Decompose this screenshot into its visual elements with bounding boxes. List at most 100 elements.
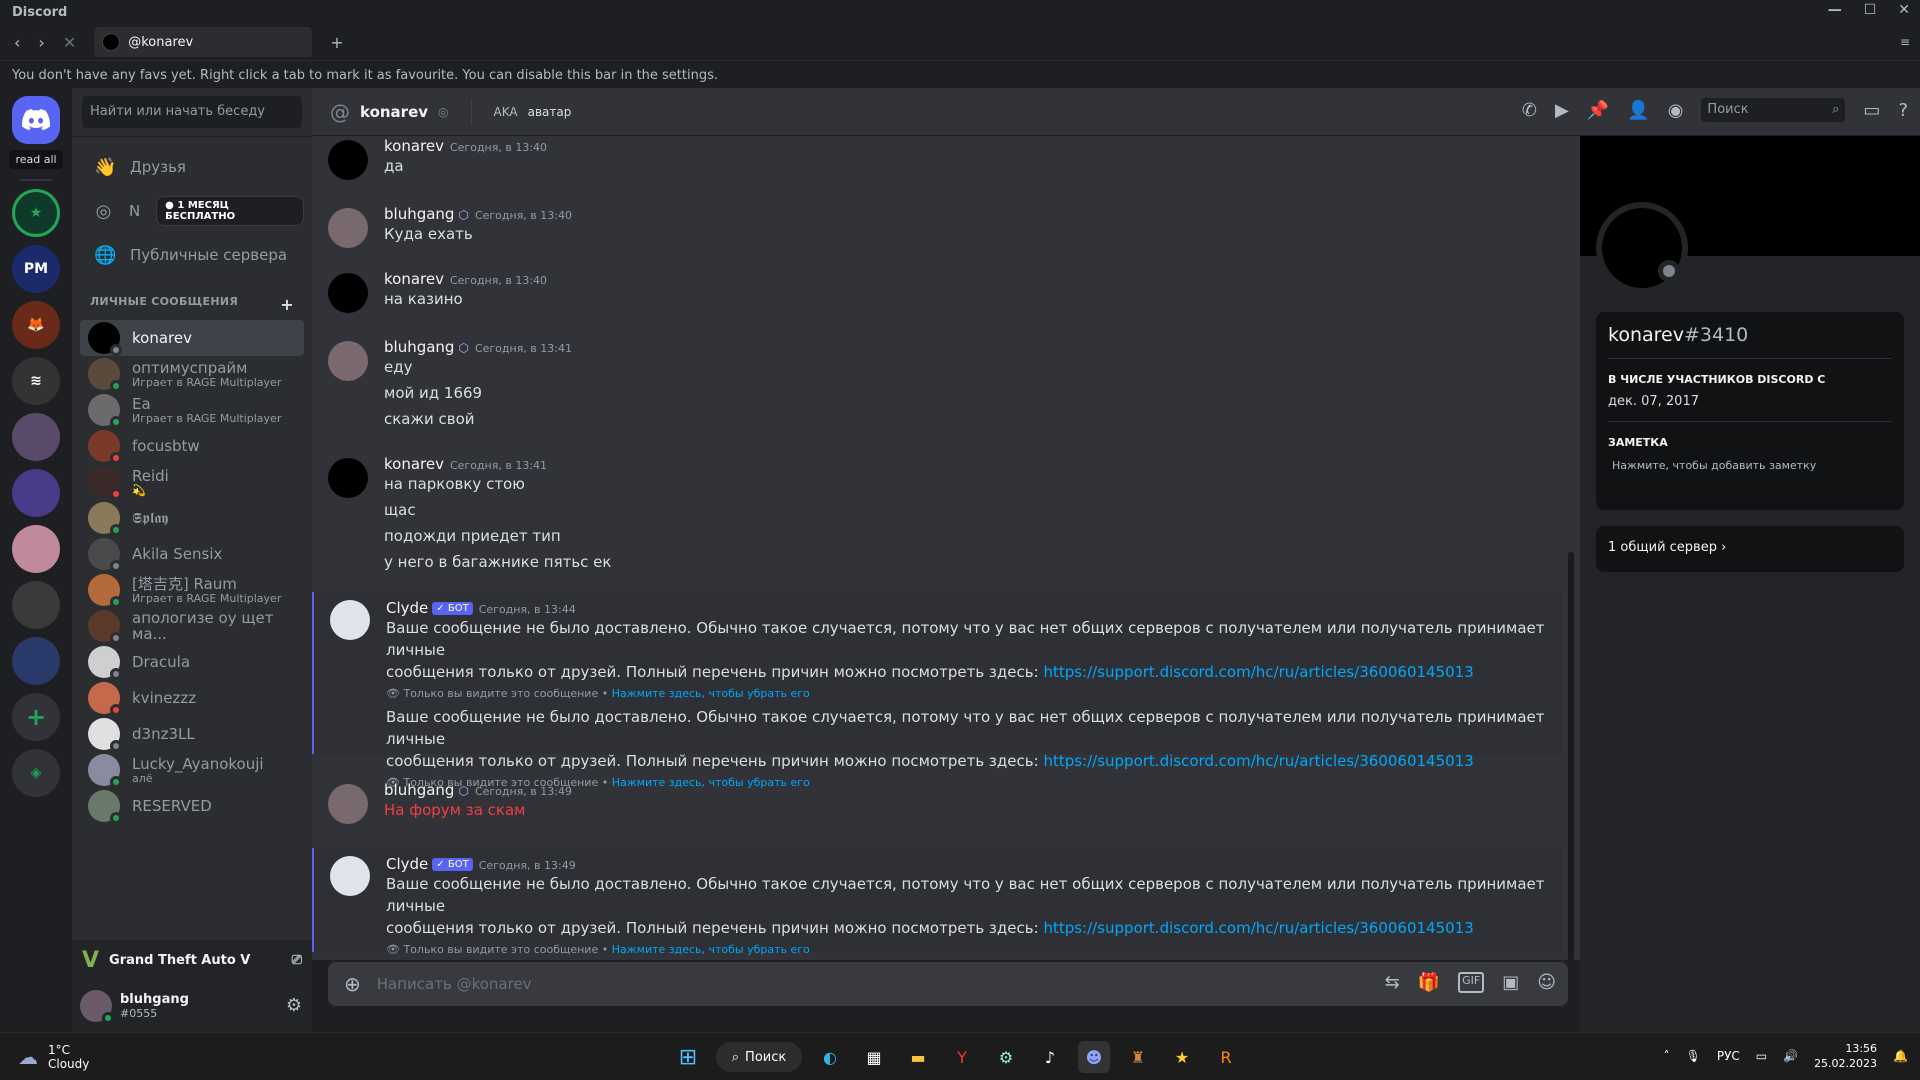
avatar[interactable] (328, 140, 368, 180)
call-icon[interactable]: ✆ (1522, 100, 1537, 121)
forward-icon[interactable]: › (38, 33, 44, 52)
server-icon[interactable] (12, 469, 60, 517)
clyde-avatar[interactable] (330, 856, 370, 896)
server-icon[interactable]: ★ (12, 189, 60, 237)
nav-nitro[interactable]: ◎ N ● 1 МЕСЯЦ БЕСПЛАТНО (80, 189, 304, 233)
volume-icon[interactable]: 🔊 (1783, 1049, 1798, 1063)
tiktok-icon[interactable]: ♪ (1034, 1041, 1066, 1073)
avatar[interactable] (328, 458, 368, 498)
server-icon[interactable] (12, 637, 60, 685)
notification-icon[interactable]: 🔔 (1893, 1049, 1908, 1063)
dm-item[interactable]: Dracula (80, 644, 304, 680)
avatar[interactable] (328, 341, 368, 381)
store-icon[interactable]: ▦ (858, 1041, 890, 1073)
new-tab-button[interactable]: + (330, 33, 343, 52)
dismiss-link[interactable]: Нажмите здесь, чтобы убрать его (612, 687, 810, 700)
dm-item[interactable]: [塔吉克] Raum Играет в RAGE Multiplayer (80, 572, 304, 608)
microphone-icon[interactable]: 🎙 (1686, 1049, 1701, 1063)
discord-taskbar-icon[interactable]: ☻ (1078, 1041, 1110, 1073)
translate-icon[interactable]: ⇆ (1385, 972, 1400, 993)
nav-friends[interactable]: 👋 Друзья (80, 145, 304, 189)
dm-item[interactable]: 𝕾𝖕𝖑𝖆𝖞 (80, 500, 304, 536)
gif-button[interactable]: GIF (1458, 972, 1485, 993)
author-name[interactable]: Clyde (386, 599, 428, 617)
dm-search-input[interactable]: Найти или начать беседу (82, 96, 302, 128)
server-icon[interactable]: 🦊 (12, 301, 60, 349)
scrollbar[interactable] (1568, 552, 1574, 962)
edge-icon[interactable]: ◐ (814, 1041, 846, 1073)
network-icon[interactable]: ▭ (1756, 1049, 1767, 1063)
menu-icon[interactable]: ≡ (1900, 35, 1910, 49)
start-icon[interactable]: ⊞ (672, 1041, 704, 1073)
avatar[interactable] (80, 990, 114, 1024)
support-link[interactable]: https://support.discord.com/hc/ru/articl… (1043, 663, 1473, 681)
author-name[interactable]: bluhgang (384, 781, 454, 799)
server-icon[interactable] (12, 525, 60, 573)
minimize-button[interactable]: — (1828, 2, 1842, 18)
video-icon[interactable]: ▶ (1555, 100, 1569, 121)
server-icon[interactable] (12, 581, 60, 629)
search-input[interactable]: Поиск ⌕ (1701, 98, 1846, 122)
dm-item[interactable]: оптимуспрайм Играет в RAGE Multiplayer (80, 356, 304, 392)
author-name[interactable]: Clyde (386, 855, 428, 873)
rockstar-icon[interactable]: ★ (1166, 1041, 1198, 1073)
taskbar-search[interactable]: ⌕ Поиск (716, 1042, 802, 1072)
author-name[interactable]: bluhgang (384, 338, 454, 356)
upload-icon[interactable]: ⊕ (344, 972, 361, 996)
gear-icon[interactable]: ⚙ (286, 995, 302, 1016)
steam-icon[interactable]: ⚙ (990, 1041, 1022, 1073)
maximize-button[interactable]: ☐ (1864, 2, 1877, 18)
language-indicator[interactable]: РУС (1717, 1049, 1740, 1063)
profile-avatar[interactable] (1596, 202, 1688, 294)
profile-icon[interactable]: ◉ (1668, 100, 1684, 121)
explorer-icon[interactable]: ▬ (902, 1041, 934, 1073)
server-icon[interactable]: PM (12, 245, 60, 293)
dismiss-link[interactable]: Нажмите здесь, чтобы убрать его (612, 943, 810, 956)
nav-public-servers[interactable]: 🌐 Публичные сервера (80, 233, 304, 277)
dm-item[interactable]: Ea Играет в RAGE Multiplayer (80, 392, 304, 428)
support-link[interactable]: https://support.discord.com/hc/ru/articl… (1043, 752, 1473, 770)
read-all-button[interactable]: read all (9, 150, 63, 169)
inbox-icon[interactable]: ▭ (1863, 100, 1880, 121)
close-button[interactable]: ✕ (1898, 2, 1910, 18)
author-name[interactable]: konarev (384, 270, 444, 288)
dm-item[interactable]: Reidi 💫 (80, 464, 304, 500)
create-dm-icon[interactable]: + (280, 295, 294, 314)
tab-konarev[interactable]: @konarev (94, 27, 313, 57)
stream-icon[interactable]: ⎚ (292, 953, 302, 968)
support-link[interactable]: https://support.discord.com/hc/ru/articl… (1043, 919, 1473, 937)
mutual-servers-button[interactable]: 1 общий сервер › (1596, 526, 1904, 572)
add-friend-icon[interactable]: 👤 (1627, 100, 1649, 121)
dm-item[interactable]: RESERVED (80, 788, 304, 824)
dm-item[interactable]: konarev (80, 320, 304, 356)
rage-icon[interactable]: R (1210, 1041, 1242, 1073)
stop-icon[interactable]: ✕ (63, 33, 76, 52)
yandex-icon[interactable]: Y (946, 1041, 978, 1073)
explore-icon[interactable]: ◈ (12, 749, 60, 797)
avatar[interactable] (328, 273, 368, 313)
gift-icon[interactable]: 🎁 (1418, 972, 1440, 993)
note-input[interactable]: Нажмите, чтобы добавить заметку (1608, 459, 1892, 472)
author-name[interactable]: bluhgang (384, 205, 454, 223)
weather-widget[interactable]: ☁ 1°C Cloudy (18, 1043, 89, 1071)
dm-item[interactable]: апологизе оу щет ма... (80, 608, 304, 644)
home-button[interactable] (12, 96, 60, 144)
game-icon[interactable]: ♜ (1122, 1041, 1154, 1073)
pin-icon[interactable]: 📌 (1587, 100, 1609, 121)
author-name[interactable]: konarev (384, 137, 444, 155)
back-icon[interactable]: ‹ (14, 33, 20, 52)
server-icon[interactable]: ≋ (12, 357, 60, 405)
server-icon[interactable] (12, 413, 60, 461)
author-name[interactable]: konarev (384, 455, 444, 473)
message-composer[interactable]: ⊕ Написать @konarev ⇆ 🎁 GIF ▣ ☺ (328, 962, 1568, 1006)
avatar[interactable] (328, 784, 368, 824)
avatar[interactable] (328, 208, 368, 248)
sticker-icon[interactable]: ▣ (1502, 972, 1519, 993)
dm-item[interactable]: d3nz3LL (80, 716, 304, 752)
help-icon[interactable]: ? (1898, 100, 1908, 121)
dm-item[interactable]: focusbtw (80, 428, 304, 464)
chevron-up-icon[interactable]: ˄ (1664, 1049, 1670, 1063)
dm-item[interactable]: Lucky_Ayanokouji алё (80, 752, 304, 788)
clock[interactable]: 13:56 25.02.2023 (1814, 1041, 1877, 1071)
clyde-avatar[interactable] (330, 600, 370, 640)
